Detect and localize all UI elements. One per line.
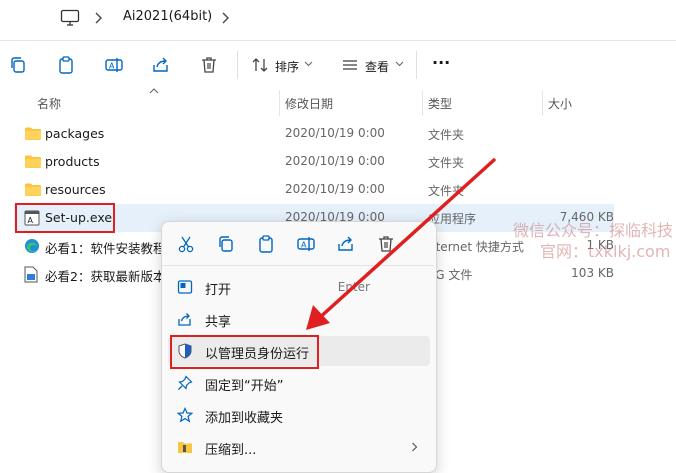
column-divider[interactable] bbox=[542, 90, 543, 116]
file-date: 2020/10/19 0:00 bbox=[285, 126, 385, 140]
paste-icon[interactable] bbox=[256, 234, 276, 254]
file-name: packages bbox=[45, 126, 105, 141]
file-type: nternet 快捷方式 bbox=[428, 240, 524, 254]
svg-text:A: A bbox=[301, 241, 307, 250]
file-type: 文件夹 bbox=[428, 128, 465, 142]
svg-text:A: A bbox=[109, 62, 115, 71]
copy-icon[interactable] bbox=[8, 55, 28, 75]
chevron-right-icon[interactable] bbox=[93, 11, 103, 25]
menu-item-label: 添加到收藏夹 bbox=[205, 411, 284, 426]
file-row[interactable]: packages 2020/10/19 0:00 文件夹 bbox=[14, 120, 614, 148]
menu-item-share[interactable]: 共享 bbox=[168, 304, 430, 334]
open-icon bbox=[177, 279, 193, 295]
menu-divider bbox=[162, 265, 434, 266]
view-button[interactable]: 查看 bbox=[365, 58, 389, 75]
address-bar: Ai2021(64bit) bbox=[0, 0, 676, 41]
column-divider[interactable] bbox=[279, 90, 280, 116]
command-bar: A 排序 查看 ··· bbox=[0, 41, 676, 89]
toolbar-divider bbox=[416, 51, 417, 79]
folder-icon bbox=[24, 182, 42, 197]
pin-icon bbox=[177, 375, 193, 391]
breadcrumb[interactable]: Ai2021(64bit) bbox=[123, 9, 212, 24]
file-name: 必看2：获取最新版本 bbox=[45, 269, 166, 284]
zip-icon bbox=[177, 439, 193, 455]
copy-icon[interactable] bbox=[216, 234, 236, 254]
menu-item-pin-to-start[interactable]: 固定到“开始” bbox=[168, 368, 430, 398]
column-header-date[interactable]: 修改日期 bbox=[285, 95, 333, 112]
share-icon bbox=[177, 311, 193, 327]
menu-item-shortcut: Enter bbox=[337, 280, 370, 294]
menu-item-label: 打开 bbox=[205, 283, 232, 298]
chevron-right-icon bbox=[411, 442, 418, 452]
file-name: products bbox=[45, 154, 100, 169]
file-date: 2020/10/19 0:00 bbox=[285, 154, 385, 168]
delete-icon[interactable] bbox=[199, 55, 219, 75]
menu-item-add-favorites[interactable]: 添加到收藏夹 bbox=[168, 400, 430, 430]
sort-icon[interactable] bbox=[250, 55, 270, 75]
rename-icon[interactable]: A bbox=[296, 234, 316, 254]
paste-icon[interactable] bbox=[56, 55, 76, 75]
share-icon[interactable] bbox=[151, 55, 171, 75]
column-header-row: 名称 修改日期 类型 大小 bbox=[0, 89, 676, 117]
column-header-size[interactable]: 大小 bbox=[548, 95, 572, 112]
file-size: 103 KB bbox=[571, 266, 614, 280]
chevron-down-icon[interactable] bbox=[304, 60, 313, 68]
share-icon[interactable] bbox=[336, 234, 356, 254]
sort-button[interactable]: 排序 bbox=[275, 58, 299, 75]
chevron-down-icon[interactable] bbox=[395, 60, 404, 68]
file-date: 2020/10/19 0:00 bbox=[285, 182, 385, 196]
computer-icon[interactable] bbox=[60, 9, 80, 27]
file-name: resources bbox=[45, 182, 106, 197]
delete-icon[interactable] bbox=[376, 234, 396, 254]
menu-item-label: 固定到“开始” bbox=[205, 379, 284, 394]
column-header-name[interactable]: 名称 bbox=[37, 95, 61, 112]
folder-icon bbox=[24, 154, 42, 169]
file-row[interactable]: resources 2020/10/19 0:00 文件夹 bbox=[14, 176, 614, 204]
file-type: 文件夹 bbox=[428, 156, 465, 170]
menu-item-compress[interactable]: 压缩到... bbox=[168, 432, 430, 462]
menu-item-open[interactable]: 打开 Enter bbox=[168, 272, 430, 302]
file-name: 必看1：软件安装教程 bbox=[45, 241, 166, 256]
view-icon[interactable] bbox=[340, 55, 360, 75]
highlight-box-run-as-admin bbox=[170, 335, 319, 369]
edge-shortcut-icon bbox=[24, 238, 40, 254]
column-header-type[interactable]: 类型 bbox=[428, 95, 452, 112]
menu-item-label: 共享 bbox=[205, 315, 232, 330]
highlight-box-setup bbox=[15, 203, 115, 233]
image-file-icon bbox=[24, 266, 38, 283]
folder-icon bbox=[24, 126, 42, 141]
file-row[interactable]: products 2020/10/19 0:00 文件夹 bbox=[14, 148, 614, 176]
more-options-button[interactable]: ··· bbox=[432, 53, 450, 72]
star-icon bbox=[177, 407, 193, 423]
chevron-right-icon[interactable] bbox=[220, 11, 230, 25]
rename-icon[interactable]: A bbox=[104, 55, 124, 75]
menu-item-label: 压缩到... bbox=[205, 443, 257, 458]
watermark-website: 官网：txklkj.com bbox=[540, 242, 671, 261]
toolbar-divider bbox=[237, 51, 238, 79]
file-type: 文件夹 bbox=[428, 184, 465, 198]
cut-icon[interactable] bbox=[176, 234, 196, 254]
column-divider[interactable] bbox=[422, 90, 423, 116]
